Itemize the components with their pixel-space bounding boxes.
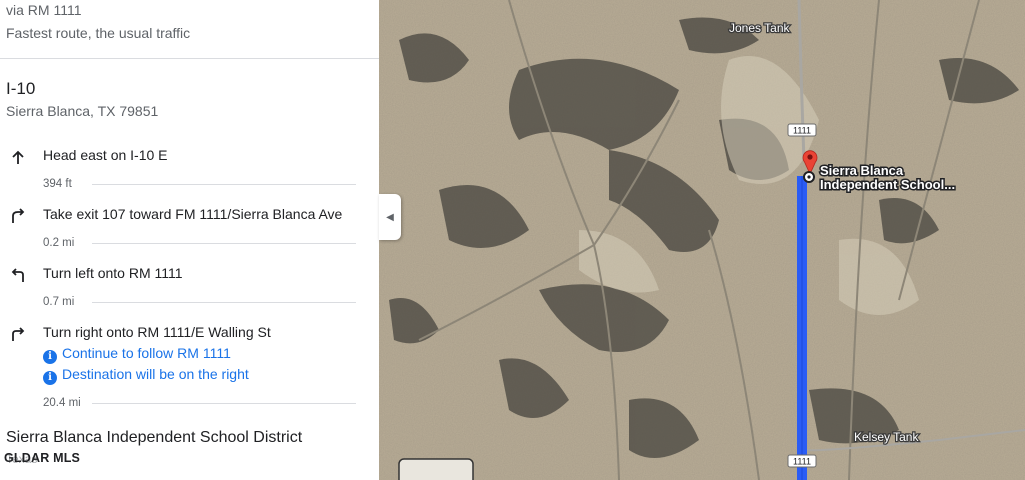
- map-canvas[interactable]: 1111 1111 Sierra Blanca Independent Scho…: [379, 0, 1025, 480]
- step-distance: 0.7 mi: [43, 296, 75, 308]
- info-icon: i: [43, 350, 57, 364]
- divider: [0, 58, 379, 59]
- step-distance: 0.2 mi: [43, 237, 75, 249]
- step-note-text: Continue to follow RM 1111: [62, 345, 231, 361]
- destination-marker-icon[interactable]: [803, 171, 815, 183]
- step-distance: 20.4 mi: [43, 397, 81, 409]
- satellite-map[interactable]: 1111 1111 Sierra Blanca Independent Scho…: [379, 0, 1025, 480]
- step-note-text: Destination will be on the right: [62, 366, 249, 382]
- route-via: via RM 1111: [6, 2, 82, 18]
- kelsey-tank-label[interactable]: Kelsey Tank: [853, 429, 921, 446]
- road-shield-label: 1111: [793, 457, 811, 467]
- route-traffic: Fastest route, the usual traffic: [6, 25, 191, 41]
- turn-right-icon: [12, 327, 25, 341]
- chevron-left-icon: ◀: [386, 211, 394, 223]
- exit-right-icon: [12, 208, 25, 223]
- step-distance: 394 ft: [43, 178, 72, 190]
- origin-name: I-10: [6, 79, 36, 98]
- step-divider: [92, 243, 356, 244]
- step-divider: [92, 302, 356, 303]
- jones-tank-label[interactable]: Jones Tank: [728, 20, 792, 37]
- step-instruction: Turn right onto RM 1111/E Walling St: [43, 324, 271, 340]
- arrow-up-icon: [12, 150, 24, 164]
- destination-label-line2[interactable]: Independent School...: [819, 176, 957, 194]
- step-instruction: Take exit 107 toward FM 1111/Sierra Blan…: [43, 206, 343, 222]
- road-shield: 1111: [787, 454, 817, 468]
- info-icon: i: [43, 371, 57, 385]
- road-shield: 1111: [787, 123, 817, 137]
- destination-label-line1[interactable]: Sierra Blanca: [819, 162, 906, 180]
- road-shield-label: 1111: [793, 126, 811, 136]
- origin-address: Sierra Blanca, TX 79851: [6, 103, 159, 119]
- step-instruction: Head east on I-10 E: [43, 147, 168, 163]
- turn-left-icon: [11, 268, 24, 282]
- step-note: i Destination will be on the right: [43, 366, 249, 385]
- step-instruction: Turn left onto RM 1111: [43, 265, 183, 281]
- watermark: GLDAR MLS: [4, 451, 81, 465]
- collapse-panel-button[interactable]: ◀: [379, 194, 401, 240]
- step-divider: [92, 403, 356, 404]
- destination-name: Sierra Blanca Independent School Distric…: [6, 429, 303, 446]
- step-divider: [92, 184, 356, 185]
- step-note: i Continue to follow RM 1111: [43, 345, 231, 364]
- layers-thumbnail[interactable]: [398, 458, 474, 480]
- directions-panel: via RM 1111 Fastest route, the usual tra…: [0, 0, 379, 480]
